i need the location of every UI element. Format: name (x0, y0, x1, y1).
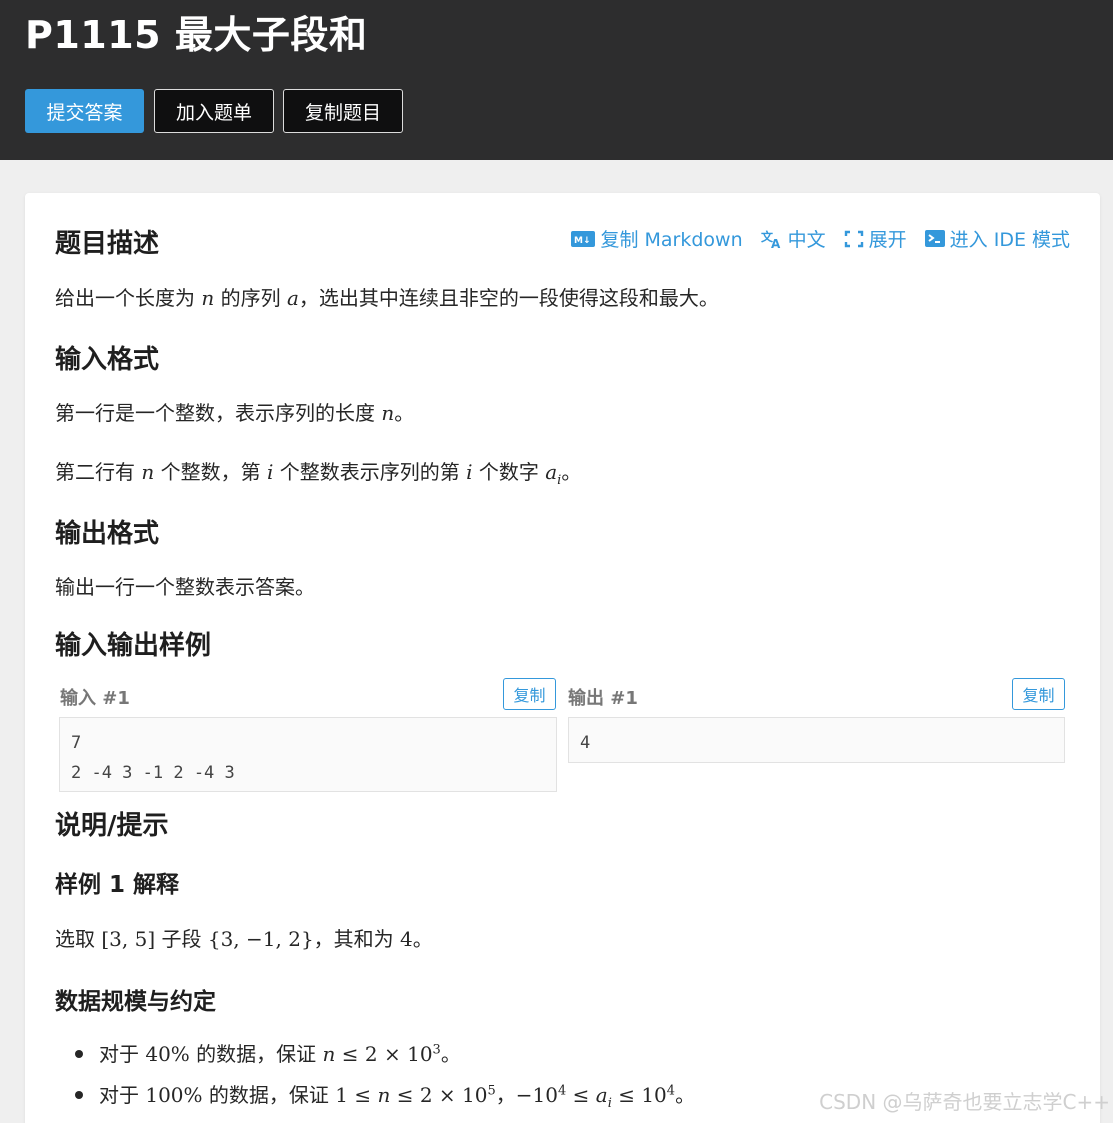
ide-mode-link[interactable]: 进入 IDE 模式 (924, 225, 1070, 252)
description-text: 给出一个长度为 n 的序列 a，选出其中连续且非空的一段使得这段和最大。 (55, 286, 719, 310)
copy-output-button[interactable]: 复制 (1012, 678, 1065, 710)
sample-input-box[interactable]: 7 2 -4 3 -1 2 -4 3 (59, 717, 557, 792)
expand-label: 展开 (868, 229, 907, 251)
expand-link[interactable]: 展开 (844, 225, 907, 252)
sample-input-label: 输入 #1 (60, 688, 130, 709)
sample-explanation-heading: 样例 1 解释 (55, 872, 180, 898)
language-link[interactable]: 文A 中文 (761, 225, 826, 252)
svg-text:M↓: M↓ (574, 236, 591, 246)
input-format-heading: 输入格式 (55, 345, 160, 375)
expand-icon (844, 230, 864, 248)
csdn-watermark: CSDN @乌萨奇也要立志学C++ (819, 1090, 1110, 1114)
translate-icon: 文A (761, 229, 783, 249)
markdown-icon: M↓ (571, 230, 596, 247)
input-format-line1: 第一行是一个整数，表示序列的长度 n。 (55, 401, 415, 425)
output-format-text: 输出一行一个整数表示答案。 (55, 575, 315, 599)
copy-problem-button[interactable]: 复制题目 (283, 89, 403, 133)
add-to-list-button[interactable]: 加入题单 (154, 89, 274, 133)
ide-mode-label: 进入 IDE 模式 (949, 229, 1070, 251)
output-format-heading: 输出格式 (55, 519, 160, 549)
list-item: 对于 40% 的数据，保证 n ≤ 2 × 103。 (55, 1038, 695, 1079)
constraints-heading: 数据规模与约定 (55, 989, 216, 1015)
page-title: P1115 最大子段和 (25, 13, 368, 57)
samples-heading: 输入输出样例 (55, 631, 212, 661)
language-label: 中文 (787, 229, 826, 251)
list-item: 对于 100% 的数据，保证 1 ≤ n ≤ 2 × 105，−104 ≤ ai… (55, 1079, 695, 1120)
hint-heading: 说明/提示 (55, 811, 169, 841)
constraints-list: 对于 40% 的数据，保证 n ≤ 2 × 103。 对于 100% 的数据，保… (55, 1038, 695, 1120)
problem-header: P1115 最大子段和 提交答案 加入题单 复制题目 (0, 0, 1113, 160)
submit-answer-button[interactable]: 提交答案 (25, 89, 144, 133)
input-format-line2: 第二行有 n 个整数，第 i 个整数表示序列的第 i 个数字 ai。 (55, 460, 582, 488)
svg-text:A: A (771, 237, 781, 249)
sample-explanation-text: 选取 [3, 5] 子段 {3, −1, 2}，其和为 4。 (55, 927, 433, 951)
copy-markdown-link[interactable]: M↓ 复制 Markdown (571, 225, 743, 252)
description-heading: 题目描述 (55, 229, 160, 259)
sample-output-box[interactable]: 4 (568, 717, 1065, 763)
terminal-icon (924, 230, 945, 247)
problem-toolbar: M↓ 复制 Markdown 文A 中文 展开 进入 IDE 模式 (571, 225, 1070, 252)
problem-card: M↓ 复制 Markdown 文A 中文 展开 进入 IDE 模式 题目描述 给… (25, 193, 1100, 1123)
copy-markdown-label: 复制 Markdown (600, 229, 743, 251)
sample-output-label: 输出 #1 (568, 688, 638, 709)
copy-input-button[interactable]: 复制 (503, 678, 556, 710)
